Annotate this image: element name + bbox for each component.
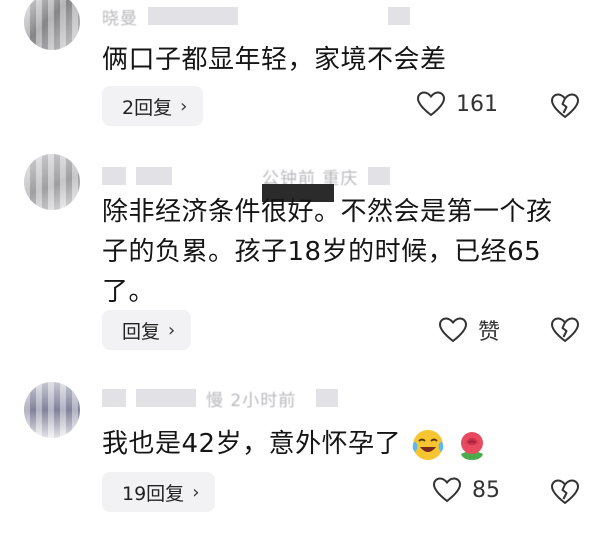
chevron-right-icon: › bbox=[168, 319, 176, 341]
avatar[interactable] bbox=[24, 154, 80, 210]
rose-icon bbox=[460, 431, 483, 460]
comment-meta: 公钟前 重庆 bbox=[102, 164, 391, 189]
comment-text[interactable]: 除非经济条件很好。不然会是第一个孩子的负累。孩子18岁的时候，已经65了。 bbox=[102, 192, 572, 312]
heart-outline-icon bbox=[416, 91, 446, 117]
heart-outline-icon bbox=[432, 477, 462, 503]
broken-heart-icon[interactable] bbox=[550, 478, 580, 506]
comment-item: 慢 2小时前 我也是42岁，意外怀孕了 19回复 › 85 bbox=[0, 378, 600, 537]
comment-meta-text: 慢 2小时前 bbox=[206, 390, 297, 411]
like-count: 161 bbox=[456, 91, 498, 117]
like-button[interactable]: 85 bbox=[432, 476, 500, 504]
redaction-block bbox=[102, 167, 126, 185]
comment-item: 晓曼 俩口子都显年轻，家境不会差 2回复 › 161 bbox=[0, 0, 600, 130]
redaction-block bbox=[316, 389, 339, 407]
redaction-block bbox=[148, 7, 238, 25]
comment-item: 公钟前 重庆 除非经济条件很好。不然会是第一个孩子的负累。孩子18岁的时候，已经… bbox=[0, 150, 600, 360]
reply-button[interactable]: 2回复 › bbox=[102, 86, 204, 126]
redaction-block bbox=[368, 167, 391, 185]
username[interactable]: 晓曼 bbox=[102, 4, 138, 29]
reply-button[interactable]: 19回复 › bbox=[102, 472, 216, 512]
chevron-right-icon: › bbox=[192, 481, 200, 503]
redaction-block bbox=[102, 389, 126, 407]
avatar[interactable] bbox=[24, 0, 80, 50]
reply-label: 2回复 bbox=[122, 96, 173, 119]
broken-heart-icon[interactable] bbox=[550, 92, 580, 120]
chevron-right-icon: › bbox=[180, 95, 188, 117]
avatar[interactable] bbox=[24, 382, 80, 438]
heart-outline-icon bbox=[438, 317, 468, 343]
redaction-block bbox=[388, 7, 410, 25]
comment-meta: 慢 2小时前 bbox=[102, 386, 339, 411]
reply-label: 19回复 bbox=[122, 482, 185, 505]
comment-text[interactable]: 俩口子都显年轻，家境不会差 bbox=[102, 40, 572, 80]
like-button[interactable]: 161 bbox=[416, 90, 498, 118]
like-count: 85 bbox=[472, 477, 500, 503]
broken-heart-icon[interactable] bbox=[550, 316, 580, 344]
redaction-block bbox=[136, 167, 172, 185]
comment-meta: 晓曼 bbox=[102, 4, 410, 29]
comment-text-body: 我也是42岁，意外怀孕了 bbox=[102, 429, 402, 459]
reply-label: 回复 bbox=[122, 320, 161, 343]
like-count: 赞 bbox=[478, 320, 501, 345]
comment-text[interactable]: 我也是42岁，意外怀孕了 bbox=[102, 424, 572, 464]
laughing-crying-face-icon bbox=[412, 429, 444, 460]
redaction-block bbox=[136, 389, 196, 407]
like-button[interactable]: 赞 bbox=[438, 314, 500, 346]
reply-button[interactable]: 回复 › bbox=[102, 310, 192, 350]
